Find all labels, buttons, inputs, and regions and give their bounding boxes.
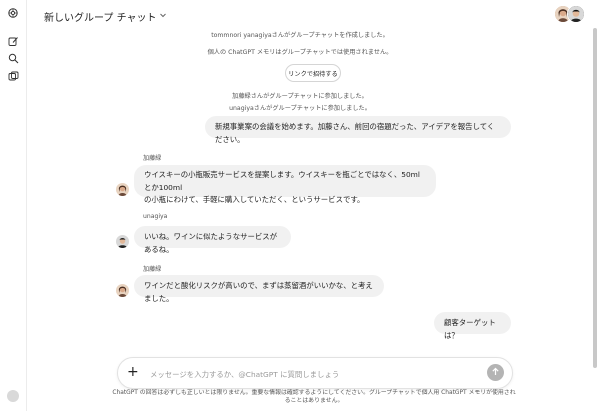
message-bubble: ワインだと酸化リスクが高いので、まずは蒸留酒がいいかな、と考えました。 (134, 275, 384, 303)
add-attachment-button[interactable]: + (127, 364, 139, 380)
disclaimer-text: ChatGPT の回答は必ずしも正しいとは限りません。重要な情報は確認するように… (112, 390, 516, 404)
chevron-down-icon (159, 11, 167, 22)
system-message-memory: 個人の ChatGPT メモリはグループチャットでは使用されません。 (207, 49, 393, 56)
own-message-bubble: 新規事業案の会議を始めます。加藤さん、前回の宿題だった、アイデアを報告してくださ… (205, 116, 511, 144)
scrollbar[interactable] (593, 28, 597, 368)
system-message-joined: unagiyaさんがグループチャットに参加しました。 (229, 105, 371, 112)
sidebar (0, 0, 27, 411)
sender-avatar (116, 235, 129, 248)
arrow-up-icon (491, 367, 500, 378)
invite-link-button[interactable]: リンクで招待する (285, 64, 341, 82)
message-bubble: ウイスキーの小瓶販売サービスを提案します。ウイスキーを瓶ごとではなく、50mlと… (134, 165, 436, 204)
sender-avatar (116, 284, 129, 297)
user-avatar[interactable] (7, 390, 19, 402)
system-message-created: tommnori yanagiyaさんがグループチャットを作成しました。 (211, 32, 389, 39)
participant-avatars[interactable] (554, 5, 585, 23)
message-text-line: の小瓶にわけて、手軽に購入していただく、というサービスです。 (144, 195, 365, 204)
send-button[interactable] (487, 364, 504, 381)
message-composer: + (117, 357, 513, 389)
images-icon[interactable] (6, 69, 20, 83)
message-bubble: いいね。ワインに似たようなサービスがあるね。 (134, 226, 291, 254)
message-input[interactable] (148, 366, 472, 382)
message-text-line: ウイスキーの小瓶販売サービスを提案します。ウイスキーを瓶ごとではなく、50mlと… (144, 170, 420, 192)
sender-avatar (116, 183, 129, 196)
chat-title: 新しいグループ チャット (44, 13, 157, 24)
own-message-bubble: 顧客ターゲットは？ (434, 312, 511, 340)
message-sender-name: 加藤緑 (143, 155, 162, 162)
message-sender-name: 加藤緑 (143, 266, 162, 273)
message-sender-name: unagiya (143, 213, 168, 220)
chat-title-dropdown[interactable]: 新しいグループ チャット (44, 9, 167, 24)
participant-avatar (567, 5, 585, 23)
system-message-joined: 加藤緑さんがグループチャットに参加しました。 (232, 93, 368, 100)
openai-logo-icon[interactable] (6, 6, 20, 20)
